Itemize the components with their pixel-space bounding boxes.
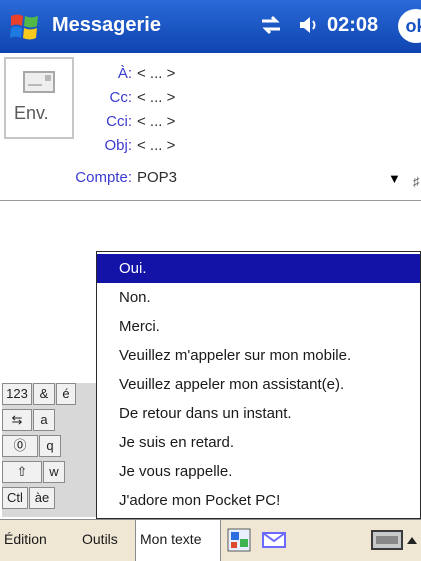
to-field[interactable]: < ... > [137, 65, 175, 82]
connectivity-icon[interactable] [258, 13, 284, 37]
quick-text-item[interactable]: Je vous rappelle. [97, 457, 420, 486]
key-ampersand[interactable]: & [33, 383, 55, 405]
key-ctl[interactable]: Ctl [2, 487, 28, 509]
app-title: Messagerie [52, 14, 161, 36]
cc-label: Cc: [109, 89, 133, 106]
key-shift[interactable]: ⇧ [2, 461, 42, 483]
send-button[interactable]: Env. [4, 57, 74, 139]
menu-my-text-label: Mon texte [140, 531, 202, 547]
quick-text-item[interactable]: Non. [97, 283, 420, 312]
subject-field[interactable]: < ... > [137, 137, 175, 154]
title-bar: Messagerie 02:08 ok [0, 0, 421, 53]
key-a[interactable]: a [33, 409, 55, 431]
key-q[interactable]: q [39, 435, 61, 457]
quick-text-item[interactable]: J'adore mon Pocket PC! [97, 486, 420, 515]
input-selector-arrow-icon[interactable] [405, 532, 419, 548]
key-tab[interactable]: ⇆ [2, 409, 32, 431]
subject-label: Obj: [104, 137, 132, 154]
cc-field[interactable]: < ... > [137, 89, 175, 106]
bcc-label: Cci: [106, 113, 132, 130]
quick-text-item[interactable]: Veuillez m'appeler sur mon mobile. [97, 341, 420, 370]
menu-my-text[interactable]: Mon texte [135, 520, 221, 561]
account-select[interactable]: POP3 [137, 169, 177, 186]
quick-text-item[interactable]: Merci. [97, 312, 420, 341]
attach-icon[interactable] [260, 527, 288, 553]
key-accents[interactable]: àe [29, 487, 55, 509]
key-e-acute[interactable]: é [56, 383, 76, 405]
message-header: Env. À: < ... > Cc: < ... > Cci: < ... >… [0, 53, 421, 201]
start-windows-flag-icon[interactable] [8, 10, 42, 44]
send-label: Env. [14, 103, 49, 123]
volume-icon[interactable] [298, 14, 320, 36]
key-caps[interactable]: ⓪ [2, 435, 38, 457]
to-label: À: [117, 65, 132, 82]
ok-button[interactable]: ok [398, 9, 421, 43]
clock[interactable]: 02:08 [327, 14, 378, 37]
keyboard-icon[interactable] [370, 527, 404, 553]
quick-text-item[interactable]: Oui. [97, 254, 420, 283]
key-w[interactable]: w [43, 461, 65, 483]
key-123[interactable]: 123 [2, 383, 32, 405]
header-edge-glyph: ♯ [413, 174, 420, 189]
menu-edit[interactable]: Édition [4, 531, 47, 547]
quick-text-list: Oui. Non. Merci. Veuillez m'appeler sur … [96, 251, 421, 519]
menu-tools[interactable]: Outils [82, 531, 118, 547]
menu-bar: Édition Outils Mon texte [0, 519, 421, 561]
insert-picture-icon[interactable] [226, 527, 252, 553]
quick-text-item[interactable]: De retour dans un instant. [97, 399, 420, 428]
envelope-icon [23, 71, 55, 93]
bcc-field[interactable]: < ... > [137, 113, 175, 130]
account-label: Compte: [75, 169, 132, 186]
quick-text-item[interactable]: Veuillez appeler mon assistant(e). [97, 370, 420, 399]
quick-text-item[interactable]: Je suis en retard. [97, 428, 420, 457]
soft-keyboard: 123 & é ⇆ a ⓪ q ⇧ w Ctl àe [2, 383, 98, 517]
account-dropdown-arrow-icon[interactable]: ▼ [388, 171, 401, 186]
